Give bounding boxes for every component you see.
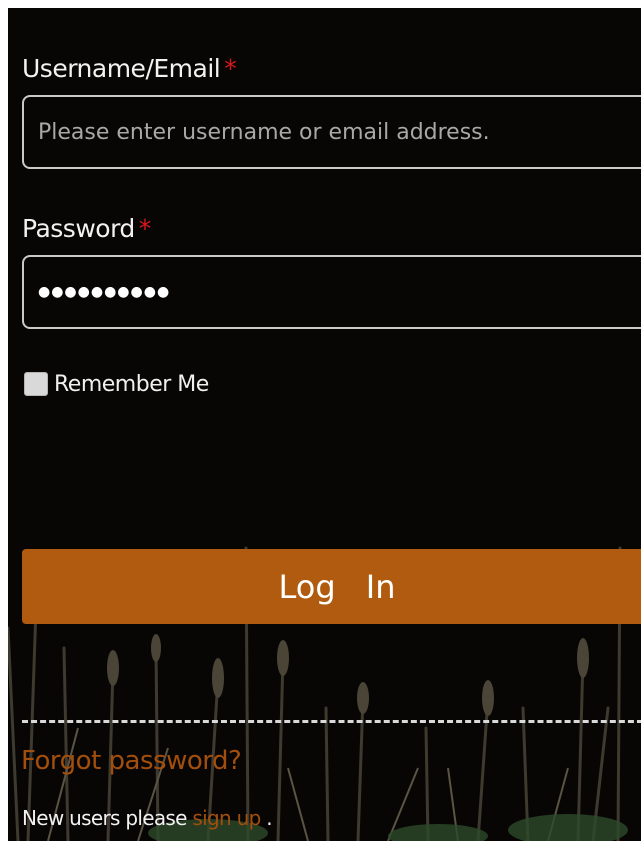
remember-me-checkbox[interactable]	[24, 372, 48, 396]
trailing-period: .	[266, 806, 272, 830]
username-label: Username/Email *	[22, 54, 237, 83]
required-marker: *	[138, 214, 152, 243]
new-users-label: New users please	[22, 806, 187, 830]
login-button[interactable]: Log In	[22, 549, 641, 624]
password-input[interactable]: ●●●●●●●●●●	[22, 255, 641, 329]
username-input[interactable]: Please enter username or email address.	[22, 95, 641, 169]
login-panel: Username/Email * Please enter username or…	[8, 8, 641, 841]
signup-link[interactable]: sign up	[192, 806, 261, 830]
divider	[22, 720, 641, 723]
username-label-text: Username/Email	[22, 54, 221, 83]
password-label: Password *	[22, 214, 151, 243]
forgot-password-link[interactable]: Forgot password?	[21, 746, 242, 776]
new-users-text: New users please sign up .	[22, 806, 273, 830]
remember-me-label[interactable]: Remember Me	[54, 372, 209, 397]
username-placeholder: Please enter username or email address.	[38, 119, 490, 145]
password-label-text: Password	[22, 214, 135, 243]
required-marker: *	[224, 54, 237, 83]
password-value: ●●●●●●●●●●	[38, 284, 171, 300]
